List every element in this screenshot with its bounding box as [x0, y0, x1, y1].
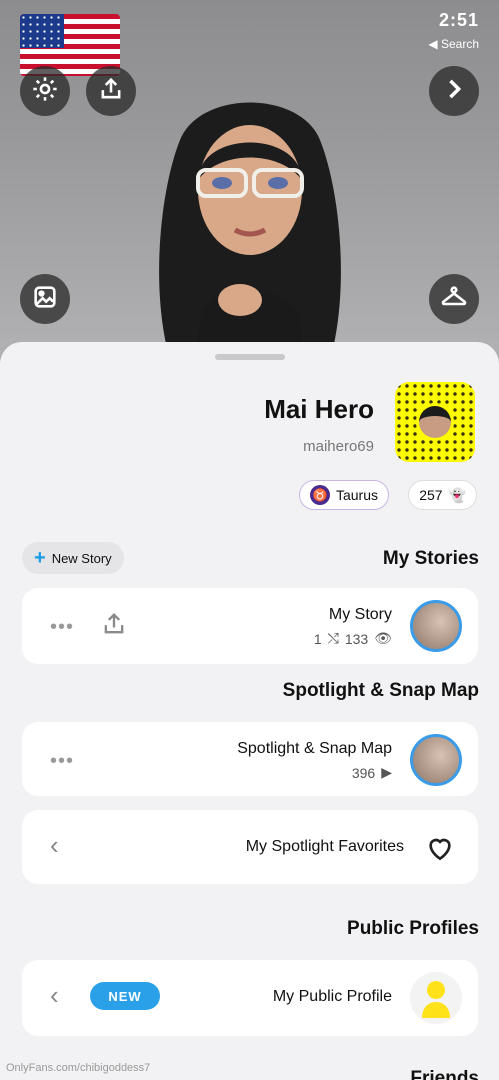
back-to-search-link[interactable]: ◀ Search [428, 37, 479, 51]
hanger-icon [440, 283, 468, 316]
status-time: 2:51 [438, 10, 479, 30]
sheet-handle[interactable] [215, 354, 285, 360]
screenshot-icon: ⤭ [327, 630, 339, 646]
view-count: 133 [344, 630, 369, 647]
spotlight-item-title: Spotlight & Snap Map [237, 740, 392, 757]
more-options-icon[interactable]: ••• [50, 750, 74, 773]
ghost-icon: 👻 [448, 486, 466, 503]
eye-icon: 👁 [374, 630, 392, 646]
forward-button[interactable] [429, 66, 479, 116]
my-story-card[interactable]: ••• My Story 1 ⤭ 133 👁 [22, 588, 478, 664]
bitmoji-avatar[interactable] [140, 70, 360, 370]
snapcode[interactable] [395, 382, 475, 462]
image-icon [31, 283, 59, 316]
share-upload-icon[interactable] [100, 610, 128, 643]
friends-title: Friends [410, 1068, 479, 1080]
more-options-icon[interactable]: ••• [50, 616, 74, 639]
story-title: My Story [328, 606, 392, 623]
photo-button[interactable] [20, 274, 70, 324]
status-bar: 2:51 ◀ Search [428, 10, 479, 51]
taurus-icon: ♉ [309, 485, 330, 505]
gear-icon [31, 75, 59, 108]
new-badge: NEW [90, 982, 160, 1010]
new-story-label: New Story [51, 550, 112, 566]
play-icon: ▶ [381, 764, 392, 780]
snap-score: 257 [419, 487, 443, 503]
heart-icon [424, 832, 456, 869]
settings-button[interactable] [20, 66, 70, 116]
snap-score-pill[interactable]: 257 👻 [408, 480, 477, 510]
spotlight-thumbnail [410, 734, 462, 786]
display-name: Mai Hero [264, 394, 374, 424]
profile-header: 2:51 ◀ Search [0, 0, 499, 372]
chevron-left-icon: ‹ [50, 980, 59, 1010]
plus-icon: + [34, 547, 46, 569]
my-stories-title: My Stories [382, 548, 479, 569]
story-thumbnail [410, 600, 462, 652]
share-profile-button[interactable] [86, 66, 136, 116]
new-story-button[interactable]: + New Story [22, 542, 124, 574]
watermark: OnlyFans.com/chibigoddess7 [6, 1062, 151, 1074]
screenshot-count: 1 [313, 630, 322, 647]
public-profile-label: My Public Profile [272, 988, 392, 1005]
story-stats: 1 ⤭ 133 👁 [314, 630, 392, 647]
username: maihero69 [303, 438, 374, 455]
spotlight-card[interactable]: ••• Spotlight & Snap Map 396 ▶ [22, 722, 478, 796]
play-count: 396 [351, 764, 376, 781]
chevron-right-icon [440, 75, 468, 108]
zodiac-pill[interactable]: ♉ Taurus [298, 480, 389, 510]
public-profiles-title: Public Profiles [347, 918, 479, 939]
favorites-label: My Spotlight Favorites [245, 838, 404, 855]
spotlight-stats: 396 ▶ [352, 764, 392, 781]
share-upload-icon [97, 75, 125, 108]
zodiac-label: Taurus [335, 487, 378, 503]
spotlight-title: Spotlight & Snap Map [282, 680, 479, 701]
public-profile-avatar [410, 972, 462, 1024]
outfit-button[interactable] [429, 274, 479, 324]
public-profile-row[interactable]: ‹ NEW My Public Profile [22, 960, 478, 1036]
profile-sheet: Mai Hero maihero69 ♉ Taurus 257 👻 My Sto… [0, 342, 499, 1080]
spotlight-favorites-row[interactable]: ‹ My Spotlight Favorites [22, 810, 478, 884]
chevron-left-icon: ‹ [50, 830, 59, 860]
